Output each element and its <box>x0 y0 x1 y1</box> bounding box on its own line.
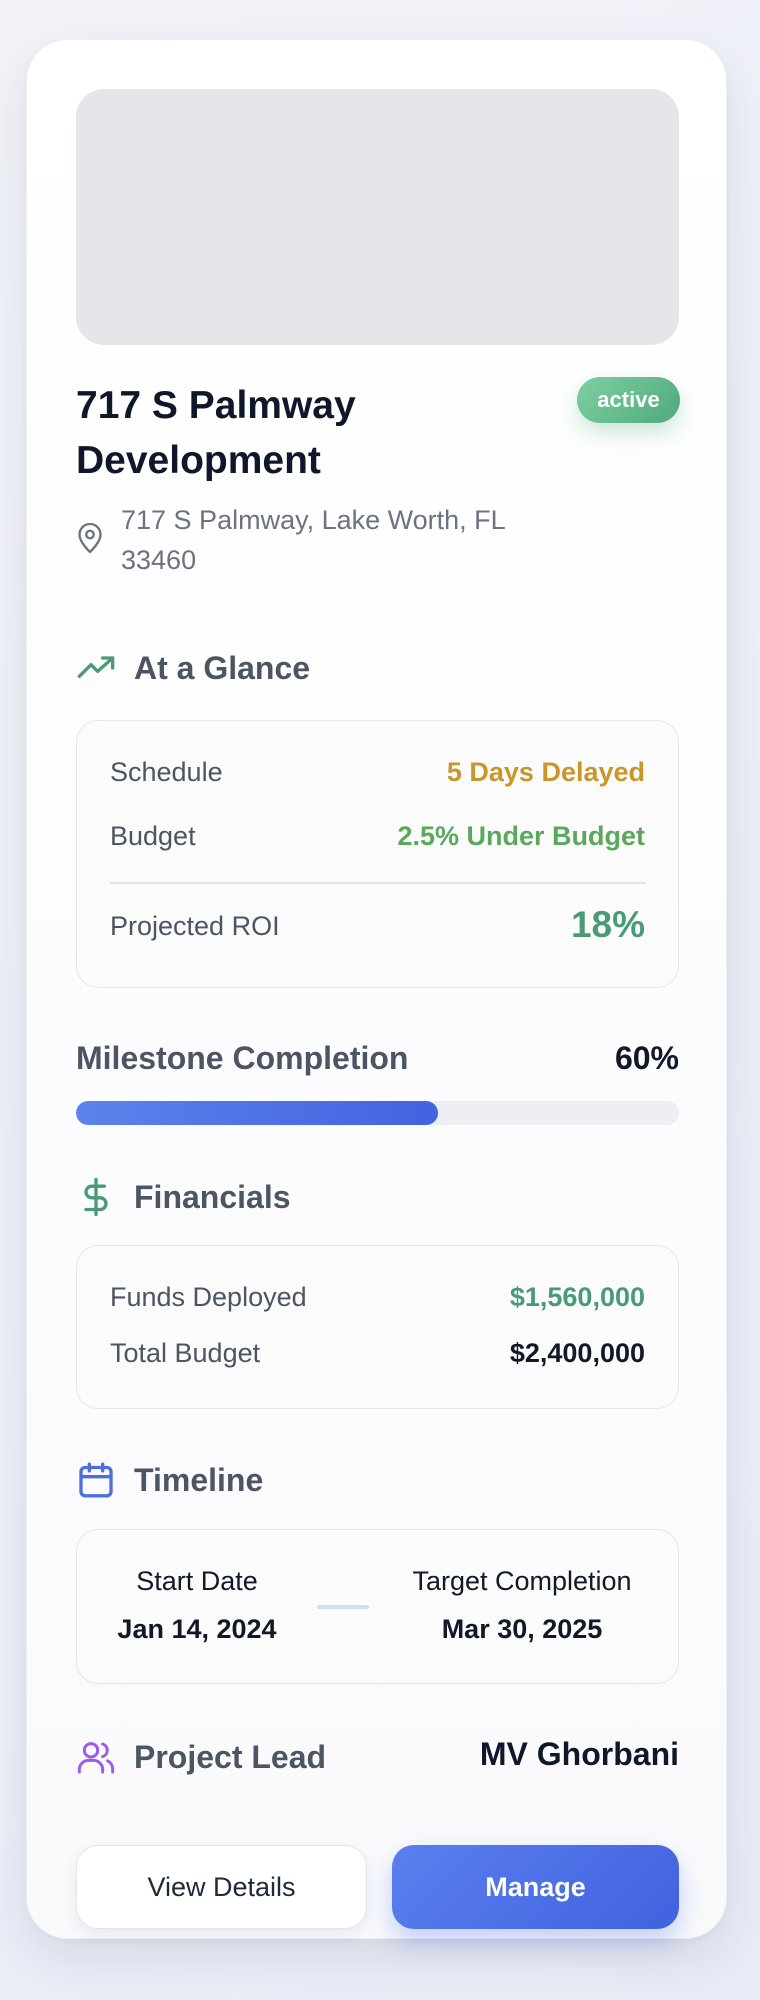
at-a-glance-panel: Schedule 5 Days Delayed Budget 2.5% Unde… <box>76 720 679 988</box>
roi-label: Projected ROI <box>110 911 280 941</box>
roi-value: 18% <box>570 904 645 945</box>
status-badge: active <box>577 377 680 423</box>
timeline-panel: Start Date Jan 14, 2024 Target Completio… <box>76 1529 679 1684</box>
total-budget-value: $2,400,000 <box>509 1338 645 1368</box>
budget-label: Budget <box>110 821 196 851</box>
milestone-label: Milestone Completion <box>76 1040 409 1076</box>
start-date-label: Start Date <box>136 1566 258 1596</box>
trending-up-icon <box>77 656 115 678</box>
manage-button[interactable]: Manage <box>392 1845 679 1929</box>
funds-deployed-label: Funds Deployed <box>110 1282 307 1312</box>
at-a-glance-label: At a Glance <box>134 649 311 686</box>
timeline-label: Timeline <box>134 1461 264 1498</box>
project-address: 717 S Palmway, Lake Worth, FL 33460 <box>121 505 505 575</box>
financials-label: Financials <box>134 1178 291 1215</box>
target-completion-value: Mar 30, 2025 <box>441 1614 603 1644</box>
financials-panel: Funds Deployed $1,560,000 Total Budget $… <box>76 1245 679 1409</box>
milestone-value: 60% <box>614 1040 679 1076</box>
project-lead-label: Project Lead <box>134 1738 327 1775</box>
budget-value: 2.5% Under Budget <box>397 821 645 851</box>
milestone-progress-bar <box>76 1101 679 1125</box>
project-title: 717 S Palmway Development <box>76 384 356 482</box>
glance-divider <box>110 882 646 884</box>
start-date-value: Jan 14, 2024 <box>117 1614 277 1644</box>
users-icon <box>77 1742 115 1774</box>
funds-deployed-value: $1,560,000 <box>509 1282 645 1312</box>
schedule-value: 5 Days Delayed <box>446 757 645 787</box>
schedule-label: Schedule <box>110 757 223 787</box>
timeline-heading: Timeline <box>76 1460 263 1500</box>
financials-heading: Financials <box>76 1177 291 1217</box>
calendar-icon <box>79 1462 113 1498</box>
view-details-button[interactable]: View Details <box>76 1845 367 1929</box>
map-pin-icon <box>78 522 102 554</box>
milestone-progress-fill <box>76 1101 438 1125</box>
dollar-icon <box>84 1177 108 1217</box>
project-card: 717 S Palmway Development active 717 S P… <box>26 39 727 1939</box>
project-image-placeholder <box>76 89 679 345</box>
timeline-connector <box>317 1605 369 1609</box>
at-a-glance-heading: At a Glance <box>76 648 310 688</box>
project-lead-heading: Project Lead <box>76 1737 326 1777</box>
total-budget-label: Total Budget <box>110 1338 261 1368</box>
project-lead-name: MV Ghorbani <box>479 1736 679 1772</box>
target-completion-label: Target Completion <box>412 1566 632 1596</box>
